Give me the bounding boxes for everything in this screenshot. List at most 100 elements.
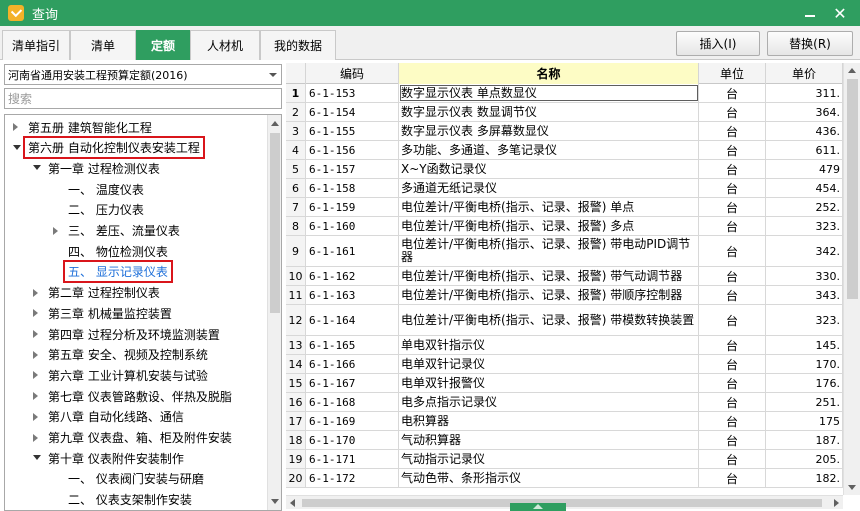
- quota-code[interactable]: 6-1-156: [306, 141, 399, 159]
- collapsed-triangle-icon[interactable]: [33, 309, 38, 318]
- quota-code[interactable]: 6-1-162: [306, 267, 399, 285]
- expanded-triangle-icon[interactable]: [33, 455, 41, 461]
- quota-name[interactable]: 电位差计/平衡电桥(指示、记录、报警) 带模数转换装置: [399, 305, 699, 335]
- quota-unit[interactable]: 台: [699, 412, 766, 430]
- quota-name[interactable]: 电位差计/平衡电桥(指示、记录、报警) 带电动PID调节器: [399, 236, 699, 266]
- tab-quota[interactable]: 定额: [136, 30, 190, 60]
- expanded-triangle-icon[interactable]: [13, 144, 21, 150]
- table-row[interactable]: 20 6-1-172 气动色带、条形指示仪台 182.: [286, 469, 860, 488]
- quota-library-select[interactable]: 河南省通用安装工程预算定额(2016): [4, 64, 282, 85]
- quota-name[interactable]: 多功能、多通道、多笔记录仪: [399, 141, 699, 159]
- quota-unit[interactable]: 台: [699, 160, 766, 178]
- quota-price[interactable]: 611.: [766, 141, 843, 159]
- collapsed-triangle-icon[interactable]: [33, 412, 38, 421]
- tree-item[interactable]: 一、 仪表阀门安装与研磨: [51, 469, 207, 489]
- table-row[interactable]: 19 6-1-171 气动指示记录仪台 205.: [286, 450, 860, 469]
- quota-unit[interactable]: 台: [699, 431, 766, 449]
- quota-unit[interactable]: 台: [699, 355, 766, 373]
- collapsed-triangle-icon[interactable]: [33, 371, 38, 380]
- table-row[interactable]: 13 6-1-165 单电双针指示仪台 145.: [286, 336, 860, 355]
- tree-item[interactable]: 第十章 仪表附件安装制作: [31, 448, 187, 468]
- quota-price[interactable]: 145.: [766, 336, 843, 354]
- quota-price[interactable]: 175: [766, 412, 843, 430]
- quota-price[interactable]: 330.: [766, 267, 843, 285]
- tree-scrollbar[interactable]: [267, 115, 281, 510]
- collapsed-triangle-icon[interactable]: [13, 123, 18, 131]
- quota-price[interactable]: 176.: [766, 374, 843, 392]
- table-row[interactable]: 15 6-1-167 电单双针报警仪台 176.: [286, 374, 860, 393]
- quota-name[interactable]: 数字显示仪表 单点数显仪: [399, 84, 699, 102]
- quota-price[interactable]: 343.: [766, 286, 843, 304]
- search-input[interactable]: [4, 88, 282, 109]
- table-row[interactable]: 2 6-1-154 数字显示仪表 数显调节仪台 364.: [286, 103, 860, 122]
- table-row[interactable]: 3 6-1-155 数字显示仪表 多屏幕数显仪台 436.: [286, 122, 860, 141]
- quota-name[interactable]: 电位差计/平衡电桥(指示、记录、报警) 带气动调节器: [399, 267, 699, 285]
- quota-unit[interactable]: 台: [699, 305, 766, 335]
- insert-button[interactable]: 插入(I): [676, 31, 760, 56]
- quota-name[interactable]: 数字显示仪表 数显调节仪: [399, 103, 699, 121]
- quota-code[interactable]: 6-1-161: [306, 236, 399, 266]
- row-index[interactable]: 9: [286, 236, 306, 266]
- quota-price[interactable]: 364.: [766, 103, 843, 121]
- collapsed-triangle-icon[interactable]: [53, 226, 58, 235]
- quota-price[interactable]: 342.: [766, 236, 843, 266]
- quota-name[interactable]: 气动色带、条形指示仪: [399, 469, 699, 487]
- quota-name[interactable]: 电位差计/平衡电桥(指示、记录、报警) 多点: [399, 217, 699, 235]
- row-index[interactable]: 1: [286, 84, 306, 102]
- header-code[interactable]: 编码: [306, 63, 399, 84]
- table-row[interactable]: 18 6-1-170 气动积算器台 187.: [286, 431, 860, 450]
- quota-price[interactable]: 187.: [766, 431, 843, 449]
- replace-button[interactable]: 替换(R): [767, 31, 853, 56]
- tree-item[interactable]: 第三章 机械量监控装置: [31, 303, 175, 323]
- tree-item[interactable]: 第七章 仪表管路敷设、伴热及脱脂: [31, 386, 235, 406]
- tree-item[interactable]: 二、 仪表支架制作安装: [51, 490, 195, 510]
- tree-item[interactable]: 五、 显示记录仪表: [51, 260, 173, 284]
- quota-price[interactable]: 182.: [766, 469, 843, 487]
- quota-unit[interactable]: 台: [699, 217, 766, 235]
- row-index[interactable]: 16: [286, 393, 306, 411]
- grid-vertical-scrollbar[interactable]: [843, 63, 860, 495]
- quota-name[interactable]: 气动指示记录仪: [399, 450, 699, 468]
- close-button[interactable]: ✕: [825, 0, 855, 26]
- quota-unit[interactable]: 台: [699, 103, 766, 121]
- tree-item[interactable]: 第六册 自动化控制仪表安装工程: [11, 136, 205, 160]
- tab-bill-guide[interactable]: 清单指引: [2, 30, 70, 60]
- quota-unit[interactable]: 台: [699, 198, 766, 216]
- tree-item[interactable]: 第五册 建筑智能化工程: [11, 117, 155, 137]
- quota-unit[interactable]: 台: [699, 336, 766, 354]
- quota-unit[interactable]: 台: [699, 393, 766, 411]
- row-index[interactable]: 11: [286, 286, 306, 304]
- quota-price[interactable]: 436.: [766, 122, 843, 140]
- quota-code[interactable]: 6-1-158: [306, 179, 399, 197]
- header-unit[interactable]: 单位: [699, 63, 766, 84]
- table-row[interactable]: 14 6-1-166 电单双针记录仪台 170.: [286, 355, 860, 374]
- table-row[interactable]: 5 6-1-157 X~Y函数记录仪台 479: [286, 160, 860, 179]
- collapsed-triangle-icon[interactable]: [33, 350, 38, 359]
- quota-unit[interactable]: 台: [699, 374, 766, 392]
- quota-code[interactable]: 6-1-166: [306, 355, 399, 373]
- quota-name[interactable]: 电积算器: [399, 412, 699, 430]
- quota-name[interactable]: 电单双针记录仪: [399, 355, 699, 373]
- collapsed-triangle-icon[interactable]: [33, 392, 38, 401]
- quota-price[interactable]: 323.: [766, 305, 843, 335]
- quota-code[interactable]: 6-1-171: [306, 450, 399, 468]
- table-row[interactable]: 11 6-1-163 电位差计/平衡电桥(指示、记录、报警) 带顺序控制器台 343.: [286, 286, 860, 305]
- expand-panel-handle[interactable]: [510, 503, 566, 511]
- tree-item[interactable]: 第八章 自动化线路、通信: [31, 407, 187, 427]
- quota-unit[interactable]: 台: [699, 84, 766, 102]
- quota-name[interactable]: 单电双针指示仪: [399, 336, 699, 354]
- quota-price[interactable]: 454.: [766, 179, 843, 197]
- quota-code[interactable]: 6-1-172: [306, 469, 399, 487]
- quota-unit[interactable]: 台: [699, 236, 766, 266]
- quota-price[interactable]: 205.: [766, 450, 843, 468]
- quota-unit[interactable]: 台: [699, 179, 766, 197]
- table-row[interactable]: 16 6-1-168 电多点指示记录仪台 251.: [286, 393, 860, 412]
- tree-item[interactable]: 三、 差压、流量仪表: [51, 221, 183, 241]
- quota-code[interactable]: 6-1-164: [306, 305, 399, 335]
- quota-code[interactable]: 6-1-159: [306, 198, 399, 216]
- table-row[interactable]: 1 6-1-153 数字显示仪表 单点数显仪台 311.: [286, 84, 860, 103]
- quota-price[interactable]: 479: [766, 160, 843, 178]
- quota-price[interactable]: 311.: [766, 84, 843, 102]
- tree-item[interactable]: 四、 物位检测仪表: [51, 241, 171, 261]
- quota-name[interactable]: 气动积算器: [399, 431, 699, 449]
